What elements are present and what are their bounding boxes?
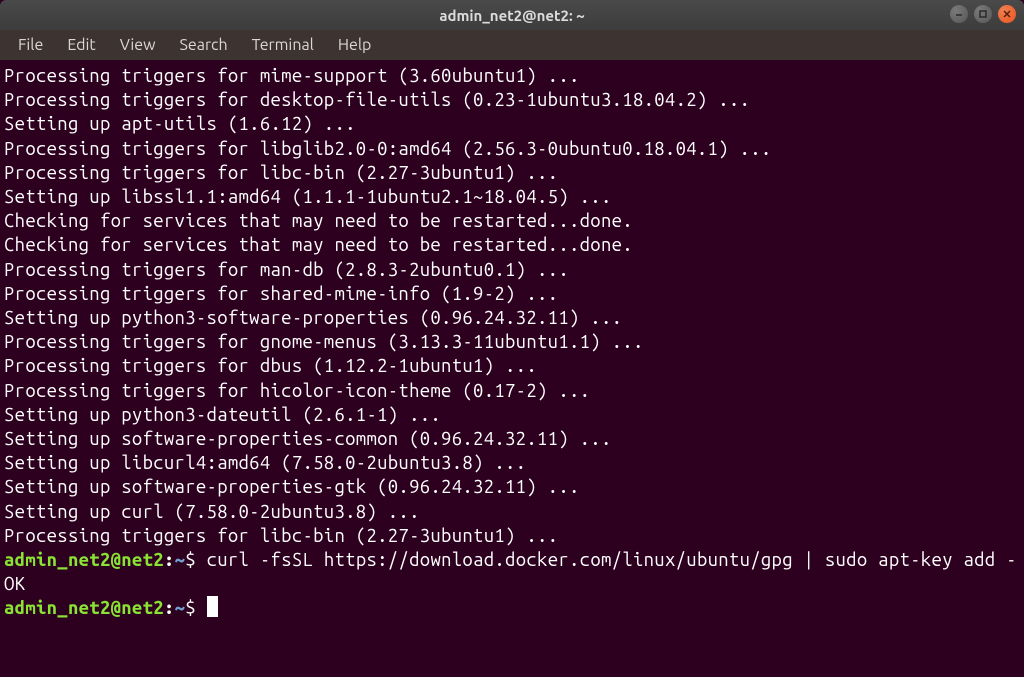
prompt-line-1: admin_net2@net2:~$ curl -fsSL https://do… [4, 548, 1020, 572]
output-line: Setting up software-properties-gtk (0.96… [4, 475, 1020, 499]
output-line: Processing triggers for hicolor-icon-the… [4, 379, 1020, 403]
window-title: admin_net2@net2: ~ [439, 7, 584, 24]
output-line: Setting up python3-software-properties (… [4, 306, 1020, 330]
output-line: Setting up libssl1.1:amd64 (1.1.1-1ubunt… [4, 185, 1020, 209]
maximize-button[interactable] [974, 5, 992, 23]
prompt-dollar: $ [185, 598, 206, 618]
prompt-user-host: admin_net2@net2 [4, 550, 164, 570]
menu-search[interactable]: Search [170, 33, 238, 57]
menu-help[interactable]: Help [328, 33, 382, 57]
window-controls [950, 5, 1016, 23]
titlebar: admin_net2@net2: ~ [0, 0, 1024, 30]
output-line: Setting up python3-dateutil (2.6.1-1) ..… [4, 403, 1020, 427]
prompt-colon: : [164, 550, 175, 570]
close-icon [1002, 9, 1012, 19]
maximize-icon [978, 9, 988, 19]
output-line: Setting up curl (7.58.0-2ubuntu3.8) ... [4, 500, 1020, 524]
output-line: Checking for services that may need to b… [4, 233, 1020, 257]
menu-edit[interactable]: Edit [57, 33, 105, 57]
cursor [207, 596, 218, 617]
output-line: Processing triggers for mime-support (3.… [4, 64, 1020, 88]
prompt-line-2: admin_net2@net2:~$ [4, 596, 1020, 620]
output-line: Checking for services that may need to b… [4, 209, 1020, 233]
prompt-user-host: admin_net2@net2 [4, 598, 164, 618]
prompt-path: ~ [175, 598, 186, 618]
menu-file[interactable]: File [8, 33, 53, 57]
output-line: Setting up software-properties-common (0… [4, 427, 1020, 451]
output-line: Processing triggers for desktop-file-uti… [4, 88, 1020, 112]
output-line: Processing triggers for libglib2.0-0:amd… [4, 137, 1020, 161]
output-line: Processing triggers for man-db (2.8.3-2u… [4, 258, 1020, 282]
prompt-path: ~ [175, 550, 186, 570]
output-line: Processing triggers for shared-mime-info… [4, 282, 1020, 306]
output-ok: OK [4, 572, 1020, 596]
menu-terminal[interactable]: Terminal [242, 33, 324, 57]
terminal-area[interactable]: Processing triggers for mime-support (3.… [0, 60, 1024, 677]
output-line: Setting up libcurl4:amd64 (7.58.0-2ubunt… [4, 451, 1020, 475]
output-line: Processing triggers for dbus (1.12.2-1ub… [4, 354, 1020, 378]
prompt-dollar: $ [185, 550, 206, 570]
command-1: curl -fsSL https://download.docker.com/l… [207, 550, 1017, 570]
output-line: Processing triggers for libc-bin (2.27-3… [4, 161, 1020, 185]
menubar: File Edit View Search Terminal Help [0, 30, 1024, 60]
output-line: Processing triggers for gnome-menus (3.1… [4, 330, 1020, 354]
output-line: Setting up apt-utils (1.6.12) ... [4, 112, 1020, 136]
output-line: Processing triggers for libc-bin (2.27-3… [4, 524, 1020, 548]
prompt-colon: : [164, 598, 175, 618]
close-button[interactable] [998, 5, 1016, 23]
menu-view[interactable]: View [110, 33, 166, 57]
minimize-icon [954, 9, 964, 19]
minimize-button[interactable] [950, 5, 968, 23]
